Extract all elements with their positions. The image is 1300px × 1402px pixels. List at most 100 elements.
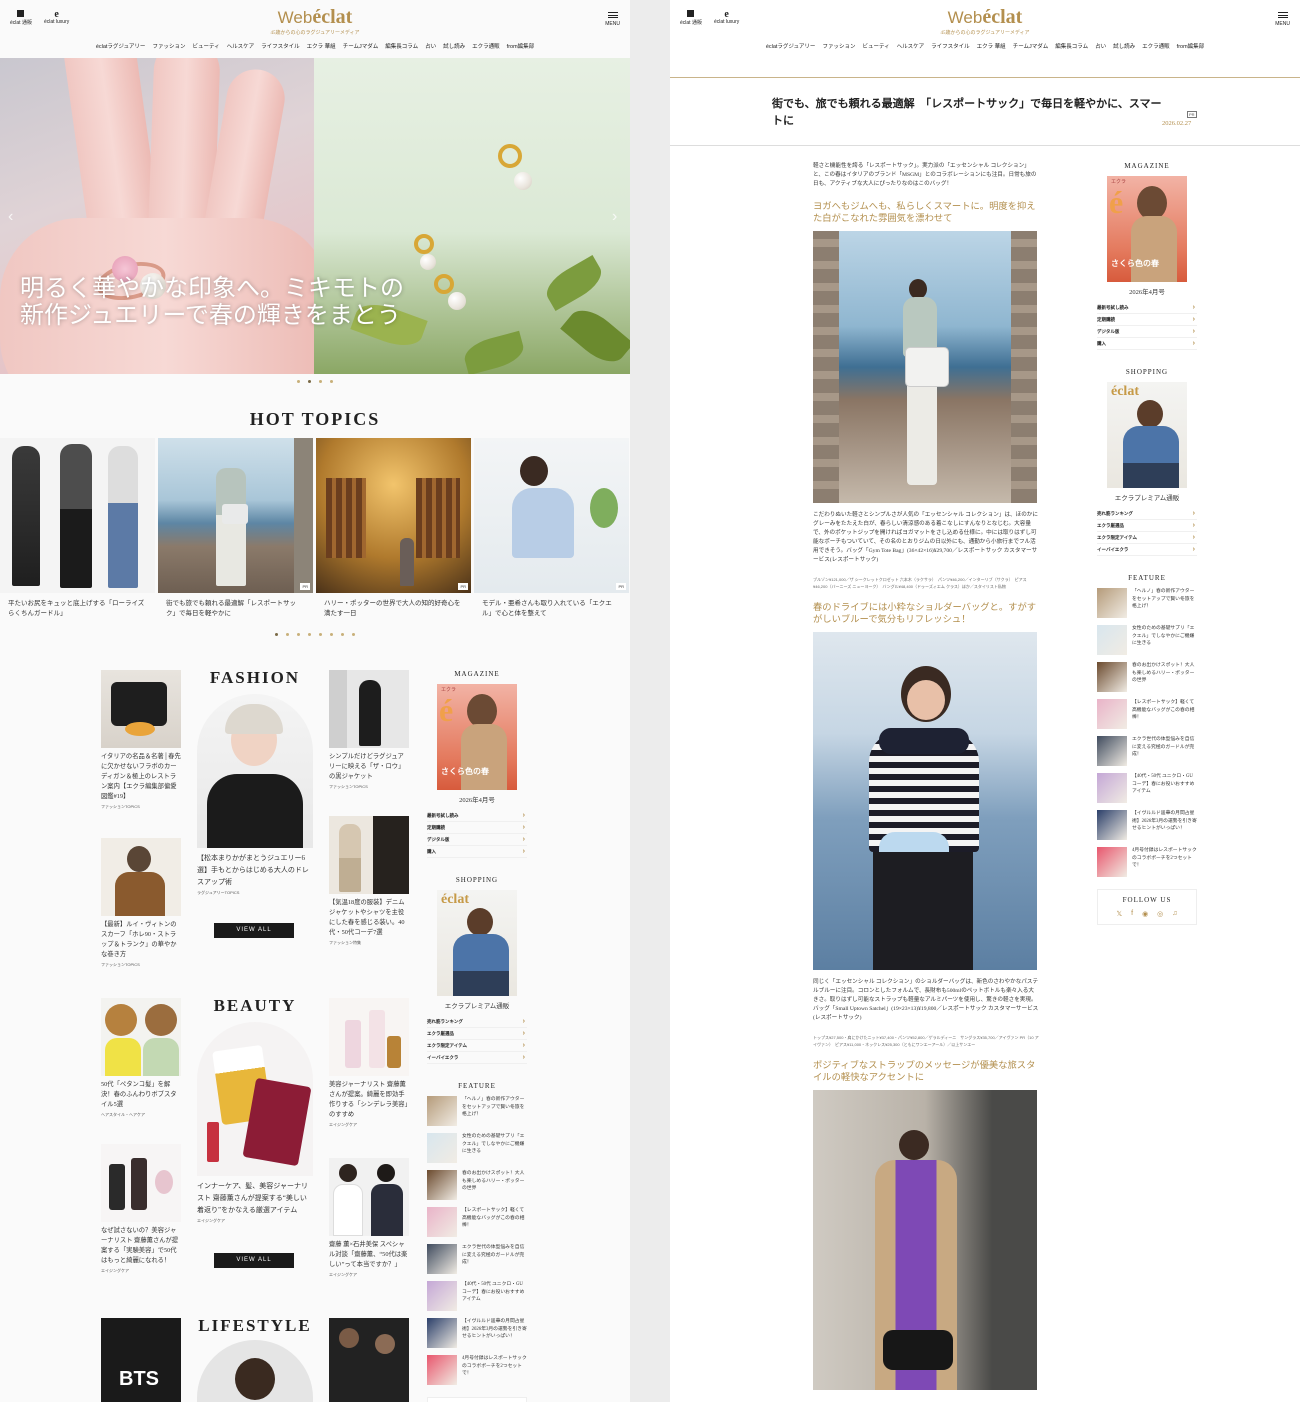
shopping-link[interactable]: エクラ厳選品 — [1097, 520, 1197, 532]
pagination-dot[interactable] — [297, 380, 300, 383]
nav-item[interactable]: ビューティ — [862, 42, 889, 50]
pagination-dot[interactable] — [330, 380, 333, 383]
nav-item[interactable]: 試し読み — [443, 42, 465, 50]
pagination-dot[interactable] — [319, 633, 322, 636]
nav-item[interactable]: from編集部 — [1177, 42, 1205, 50]
magazine-link[interactable]: デジタル版 — [1097, 326, 1197, 338]
pagination-dot[interactable] — [286, 633, 289, 636]
beauty-card[interactable]: 美容ジャーナリスト 齋藤薫さんが提案。綺麗を即効手作りする「シンデレラ美容」のす… — [329, 998, 409, 1128]
menu-button[interactable]: MENU — [605, 12, 620, 27]
feature-item[interactable]: エクラ世代の体型悩みを自信に変える究極のガードルが完成！ — [1097, 736, 1197, 766]
pagination-dot[interactable] — [308, 633, 311, 636]
shopping-cover[interactable]: éclat — [1107, 382, 1187, 488]
pagination-dot[interactable] — [308, 380, 311, 383]
pagination-dot[interactable] — [341, 633, 344, 636]
lifestyle-card-image[interactable] — [197, 1340, 313, 1402]
lifestyle-card-image[interactable] — [329, 1318, 409, 1402]
fashion-view-all-button[interactable]: VIEW ALL — [214, 923, 294, 938]
hot-topic-card[interactable]: PR 街でも旅でも頼れる最適解「レスポートサック」で毎日を軽やかに — [158, 438, 313, 619]
nav-item[interactable]: ライフスタイル — [931, 42, 970, 50]
magazine-link[interactable]: 最新号試し読み — [427, 810, 527, 822]
nav-item[interactable]: ヘルスケア — [227, 42, 255, 50]
shopping-link[interactable]: エクラ限定アイテム — [427, 1040, 527, 1052]
feature-item[interactable]: 4月号付録はレスポートサックのコラボポーチを2つセットで！ — [1097, 847, 1197, 877]
hot-topic-card[interactable]: 平たいお尻をキュッと底上げする「ローライズらくちんガードル」 — [0, 438, 155, 619]
line-icon[interactable]: ◉ — [1142, 910, 1148, 918]
nav-item[interactable]: ファッション — [822, 42, 855, 50]
magazine-link[interactable]: 最新号試し読み — [1097, 302, 1197, 314]
fashion-card[interactable]: 【気温18度の服装】デニムジャケットやシャツを主役にした春を感じる装い。40代・… — [329, 816, 409, 946]
facebook-icon[interactable]: f — [1131, 910, 1133, 918]
magazine-cover[interactable]: エクラ é さくら色の春 — [437, 684, 517, 790]
beauty-card[interactable]: 50代「ペタンコ髪」を解決！春のふんわりボブスタイル5選 ヘアスタイル・ヘアケア — [101, 998, 181, 1118]
nav-item[interactable]: エクラ 華組 — [977, 42, 1006, 50]
magazine-link[interactable]: 購入 — [1097, 338, 1197, 350]
beauty-card[interactable]: 齋藤 薫×石井美保 スペシャル対談「齋藤薫、“50代は楽しい”って本当ですか？」… — [329, 1158, 409, 1278]
nav-item[interactable]: ライフスタイル — [261, 42, 300, 50]
nav-item[interactable]: 編集長コラム — [1055, 42, 1088, 50]
pagination-dot[interactable] — [275, 633, 278, 636]
magazine-link[interactable]: デジタル版 — [427, 834, 527, 846]
nav-item[interactable]: チームJマダム — [1013, 42, 1049, 50]
x-icon[interactable]: 𝕏 — [1116, 910, 1122, 918]
pagination-dot[interactable] — [297, 633, 300, 636]
nav-item[interactable]: ビューティ — [192, 42, 219, 50]
feature-item[interactable]: 「ヘルノ」春の新作アウターをセットアップで賢い冬旅を格上げ！ — [1097, 588, 1197, 618]
feature-item[interactable]: 「ヘルノ」春の新作アウターをセットアップで賢い冬旅を格上げ！ — [427, 1096, 527, 1126]
magazine-link[interactable]: 定期購読 — [1097, 314, 1197, 326]
hero-headline[interactable]: 明るく華やかな印象へ。ミキモトの新作ジュエリーで春の輝きをまとう — [20, 276, 420, 330]
site-logo[interactable]: Webéclat — [0, 7, 630, 28]
shopping-cover[interactable]: éclat — [437, 890, 517, 996]
site-logo[interactable]: Webéclat — [670, 7, 1300, 28]
pagination-dot[interactable] — [330, 633, 333, 636]
fashion-card[interactable]: イタリアの名品＆名著│春先に欠かせないフラボのカーディガン＆極上のレストラン案内… — [101, 670, 181, 810]
feature-item[interactable]: 【レスポートサック】軽くて高機能なバッグがこの春の相棒！ — [1097, 699, 1197, 729]
hero-carousel[interactable]: 明るく華やかな印象へ。ミキモトの新作ジュエリーで春の輝きをまとう ‹ › — [0, 58, 630, 374]
beauty-card[interactable]: なぜ試さないの？美容ジャーナリスト 齋藤薫さんが提案する「実験美容」で50代はも… — [101, 1144, 181, 1274]
shopping-link[interactable]: エクラ限定アイテム — [1097, 532, 1197, 544]
shopping-link[interactable]: イーバイエクラ — [1097, 544, 1197, 556]
feature-item[interactable]: エクラ世代の体型悩みを自信に変える究極のガードルが完成！ — [427, 1244, 527, 1274]
nav-item[interactable]: 占い — [1095, 42, 1106, 50]
feature-item[interactable]: 【イヴルルド遥華の月間占星術】2026年3月の運勢を引き寄せるヒントがいっぱい！ — [427, 1318, 527, 1348]
shopping-link[interactable]: エクラ厳選品 — [427, 1028, 527, 1040]
feature-item[interactable]: 【40代・50代 ユニクロ・GU コーデ】春にお役いおすすめアイテム — [1097, 773, 1197, 803]
shopping-link[interactable]: 売れ筋ランキング — [427, 1016, 527, 1028]
nav-item[interactable]: éclatラグジュアリー — [96, 42, 146, 50]
fashion-card[interactable]: 【最新】ルイ・ヴィトンのスカーフ「ホレ90・ストラップ＆トランク」の華やかな巻き… — [101, 838, 181, 968]
magazine-cover[interactable]: エクラ é さくら色の春 — [1107, 176, 1187, 282]
shopping-link[interactable]: 売れ筋ランキング — [1097, 508, 1197, 520]
pagination-dot[interactable] — [319, 380, 322, 383]
feature-item[interactable]: 女性のための基礎サプリ「エクエル」でしなやかにご機嫌に生きる — [1097, 625, 1197, 655]
beauty-card[interactable]: インナーケア、髪、美容ジャーナリスト 齋藤薫さんが提案する“美しい着返り”をかな… — [197, 1022, 313, 1224]
hero-next-arrow[interactable]: › — [612, 208, 617, 226]
magazine-link[interactable]: 購入 — [427, 846, 527, 858]
hot-topic-card[interactable]: PR ハリー・ポッターの世界で大人の知的好奇心を満たす一日 — [316, 438, 471, 619]
feature-item[interactable]: 【レスポートサック】軽くて高機能なバッグがこの春の相棒！ — [427, 1207, 527, 1237]
fashion-card[interactable]: シンプルだけどラグジュアリーに映える「ザ・ロウ」の黒ジャケット ファッションTO… — [329, 670, 409, 790]
nav-item[interactable]: エクラ 華組 — [307, 42, 336, 50]
nav-item[interactable]: ヘルスケア — [897, 42, 925, 50]
instagram-icon[interactable]: ◎ — [1157, 910, 1163, 918]
nav-item[interactable]: from編集部 — [507, 42, 535, 50]
feature-item[interactable]: 女性のための基礎サプリ「エクエル」でしなやかにご機嫌に生きる — [427, 1133, 527, 1163]
fashion-card[interactable]: 【松本まりかがまとうジュエリー6選】手もとからはじめる大人のドレスアップ術 ラグ… — [197, 694, 313, 896]
nav-item[interactable]: 占い — [425, 42, 436, 50]
feature-item[interactable]: 4月号付録はレスポートサックのコラボポーチを2つセットで！ — [427, 1355, 527, 1385]
nav-item[interactable]: éclatラグジュアリー — [766, 42, 816, 50]
magazine-link[interactable]: 定期購読 — [427, 822, 527, 834]
nav-item[interactable]: エクラ通販 — [1142, 42, 1170, 50]
nav-item[interactable]: 編集長コラム — [385, 42, 418, 50]
nav-item[interactable]: ファッション — [152, 42, 185, 50]
lifestyle-card-image[interactable]: BTS — [101, 1318, 181, 1402]
menu-button[interactable]: MENU — [1275, 12, 1290, 27]
pagination-dot[interactable] — [352, 633, 355, 636]
hot-topic-card[interactable]: PR モデル・亜希さんも取り入れている「エクエル」で心と体を整えて — [474, 438, 629, 619]
feature-item[interactable]: 春のお出かけスポット！大人も楽しめるハリー・ポッターの世界 — [427, 1170, 527, 1200]
shopping-link[interactable]: イーバイエクラ — [427, 1052, 527, 1064]
bell-icon[interactable]: ♫ — [1172, 910, 1177, 918]
nav-item[interactable]: エクラ通販 — [472, 42, 500, 50]
beauty-view-all-button[interactable]: VIEW ALL — [214, 1253, 294, 1268]
feature-item[interactable]: 春のお出かけスポット！大人も楽しめるハリー・ポッターの世界 — [1097, 662, 1197, 692]
feature-item[interactable]: 【イヴルルド遥華の月間占星術】2026年3月の運勢を引き寄せるヒントがいっぱい！ — [1097, 810, 1197, 840]
